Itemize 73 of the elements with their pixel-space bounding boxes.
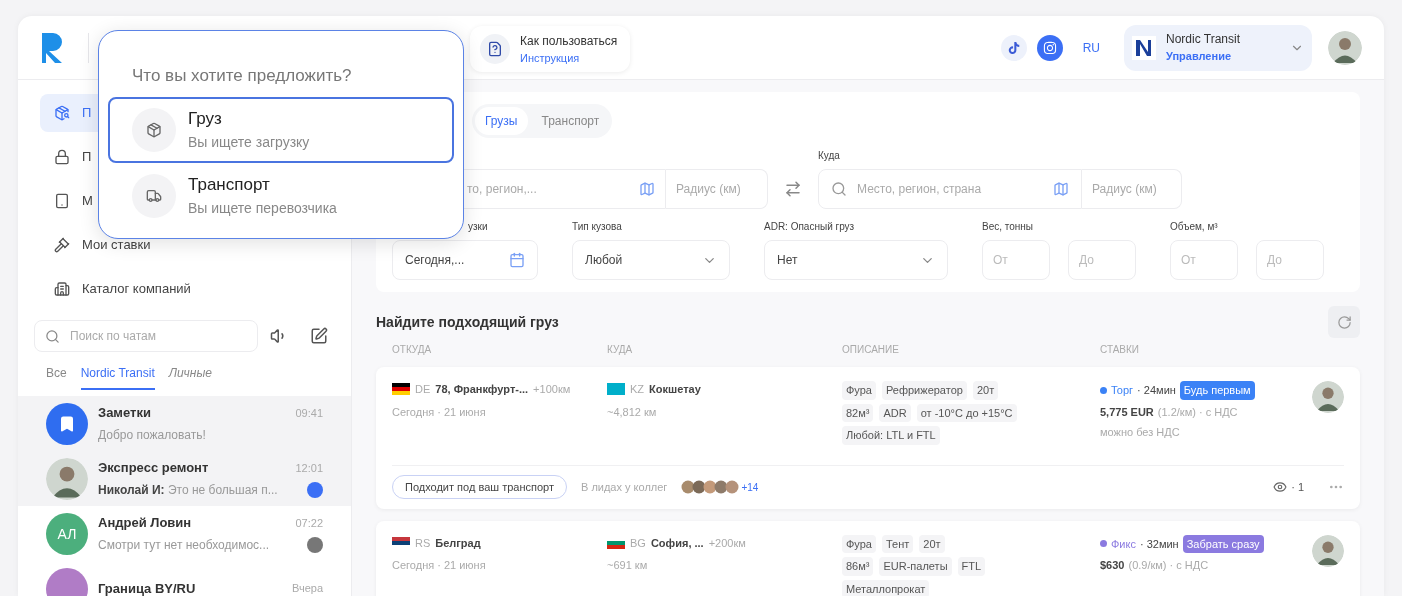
cargo-tag: Фура <box>842 381 876 400</box>
city-name: 78, Франкфурт-... <box>435 382 529 397</box>
rate-badge: Будь первым <box>1179 381 1255 400</box>
chat-time: 07:22 <box>295 515 323 531</box>
chat-preview: Добро пожаловать! <box>98 426 206 444</box>
chat-name: Заметки <box>98 404 151 423</box>
option-title: Груз <box>188 108 223 131</box>
country-code: BG <box>630 535 646 551</box>
views-count: · 1 <box>1291 479 1304 495</box>
cargo-tag: 20т <box>972 381 999 400</box>
cargo-tag: 20т <box>919 534 945 553</box>
leads-text: В лидах у коллег <box>581 479 668 495</box>
company-role: Управление <box>1166 49 1232 65</box>
country-code: KZ <box>630 382 645 397</box>
city-name: Белград <box>435 535 481 551</box>
field-label: узки <box>468 220 489 234</box>
cargo-tag: FTL <box>957 557 986 576</box>
column-header: ОТКУДА <box>392 343 433 357</box>
cargo-tag: Любой: LTL и FTL <box>842 426 940 445</box>
how-to-title: Как пользоваться <box>520 32 618 50</box>
country-code: RS <box>415 535 431 551</box>
option-title: Транспорт <box>188 174 271 197</box>
column-header: СТАВКИ <box>1100 343 1141 357</box>
country-code: DE <box>415 382 431 397</box>
field-label: Тип кузова <box>572 220 623 234</box>
field-label: Объем, м³ <box>1170 220 1219 234</box>
chat-time: 12:01 <box>295 460 323 476</box>
rate-time: · 32мин <box>1139 536 1179 552</box>
date-text: Сегодня · 21 июня <box>392 404 487 420</box>
chat-time: Вчера <box>291 581 323 596</box>
field-label: ADR: Опасный груз <box>764 220 856 234</box>
distance-text: ~4,812 км <box>607 404 658 420</box>
option-subtitle: Вы ищете загрузку <box>188 132 310 152</box>
chat-time: 09:41 <box>295 405 323 421</box>
rate-time: · 24мин <box>1137 383 1176 398</box>
column-header: ОПИСАНИЕ <box>842 343 900 357</box>
city-name: Кокшетау <box>649 382 701 397</box>
radius-text: +200км <box>708 535 746 551</box>
cargo-tag: ADR <box>879 403 911 422</box>
price-note: (0.9/км) · с НДС <box>1128 558 1209 573</box>
chat-name: Экспресс ремонт <box>98 459 209 478</box>
price-text: $630 <box>1100 558 1125 573</box>
field-label: Вес, тонны <box>982 220 1035 234</box>
cargo-tag: Рефрижератор <box>882 381 967 400</box>
chat-avatar: АЛ <box>46 512 88 555</box>
chat-name: Андрей Ловин <box>98 514 192 533</box>
price-note: можно без НДС <box>1100 425 1181 440</box>
radius-text: +100км <box>533 382 571 397</box>
more-count: +14 <box>741 480 759 495</box>
distance-text: ~691 км <box>607 558 649 573</box>
field-label: Куда <box>818 149 841 163</box>
price-note: (1.2/км) · с НДС <box>1157 404 1238 420</box>
rate-badge: Забрать сразу <box>1182 534 1264 553</box>
rate-type: Фикс <box>1111 536 1136 552</box>
city-name: София, ... <box>650 535 704 551</box>
option-subtitle: Вы ищете перевозчика <box>188 198 337 218</box>
price-text: 5,775 EUR <box>1100 404 1154 420</box>
cargo-tag: 86м³ <box>842 557 874 576</box>
cargo-tag: 82м³ <box>842 403 874 422</box>
cargo-tag: Тент <box>882 534 914 553</box>
cargo-tag: Металлопрокат <box>842 579 930 596</box>
popup-title: Что вы хотите предложить? <box>132 65 353 87</box>
chat-preview: Николай И: Это не большая п... <box>98 481 278 499</box>
date-text: Сегодня · 21 июня <box>392 558 487 573</box>
cargo-tag: EUR-палеты <box>879 557 952 576</box>
cargo-tag: от -10°C до +15°C <box>916 403 1017 422</box>
company-name: Nordic Transit <box>1166 31 1242 49</box>
results-title: Найдите подходящий груз <box>376 312 559 332</box>
chat-preview: Смотри тут нет необходимос... <box>98 536 270 554</box>
rate-type: Торг <box>1111 383 1134 398</box>
chat-name: Граница BY/RU <box>98 579 196 596</box>
cargo-tag: Фура <box>842 534 876 553</box>
column-header: КУДА <box>607 343 634 357</box>
